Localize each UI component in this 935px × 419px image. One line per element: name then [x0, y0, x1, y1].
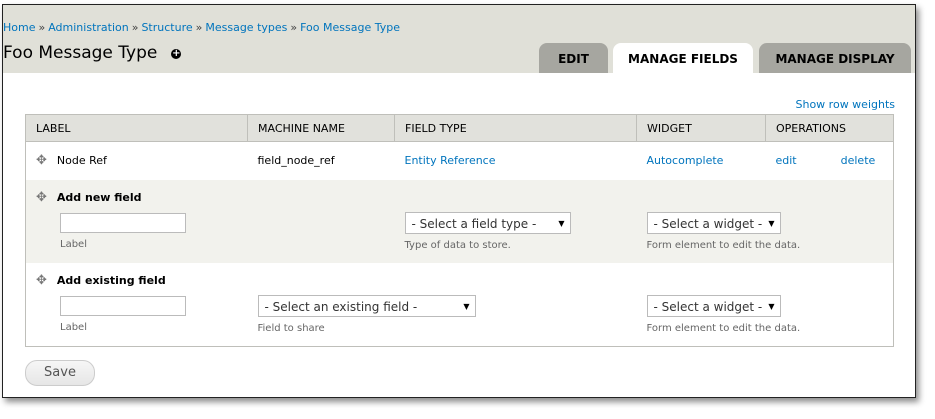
delete-link[interactable]: delete — [841, 154, 876, 167]
field-type-description: Type of data to store. — [404, 239, 511, 251]
breadcrumb-separator: » — [195, 21, 203, 34]
col-field-type: FIELD TYPE — [394, 114, 637, 142]
breadcrumb-home[interactable]: Home — [3, 21, 35, 34]
breadcrumb-foo-message-type[interactable]: Foo Message Type — [300, 21, 400, 34]
dropdown-arrow-icon: ▼ — [768, 301, 775, 311]
drag-handle-icon[interactable]: ✥ — [36, 273, 47, 288]
existing-widget-select[interactable]: - Select a widget - ▼ — [646, 294, 781, 317]
breadcrumb-separator: » — [38, 21, 46, 34]
col-widget: WIDGET — [636, 114, 766, 142]
breadcrumb-separator: » — [131, 21, 139, 34]
table-header: LABEL MACHINE NAME FIELD TYPE WIDGET OPE… — [25, 114, 894, 142]
tab-manage-fields[interactable]: MANAGE FIELDS — [613, 43, 753, 73]
existing-field-select[interactable]: - Select an existing field - ▼ — [257, 294, 476, 317]
label-description: Label — [60, 321, 87, 333]
field-type-select[interactable]: - Select a field type - ▼ — [404, 211, 571, 234]
dropdown-arrow-icon: ▼ — [768, 218, 775, 228]
edit-link[interactable]: edit — [776, 154, 797, 167]
existing-field-label-input[interactable] — [60, 295, 186, 316]
dropdown-arrow-icon: ▼ — [558, 218, 565, 228]
drag-handle-icon[interactable]: ✥ — [36, 190, 47, 205]
breadcrumb-structure[interactable]: Structure — [141, 21, 192, 34]
add-new-field-row: ✥ Add new field Label - Select a field ty… — [25, 179, 894, 263]
breadcrumb-message-types[interactable]: Message types — [205, 21, 287, 34]
col-label: LABEL — [25, 114, 248, 142]
field-type-select-value: - Select a field type - — [411, 216, 537, 231]
drag-handle-icon[interactable]: ✥ — [36, 153, 47, 168]
field-type-link[interactable]: Entity Reference — [405, 154, 496, 167]
widget-select-value: - Select a widget - — [653, 216, 763, 231]
col-operations: OPERATIONS — [765, 114, 894, 142]
add-new-field-title: Add new field — [56, 190, 142, 204]
widget-select-value: - Select a widget - — [653, 299, 763, 314]
field-label: Node Ref — [56, 154, 107, 168]
page-title: Foo Message Type — [3, 43, 158, 63]
tab-manage-display[interactable]: MANAGE DISPLAY — [759, 43, 911, 73]
dropdown-arrow-icon: ▼ — [463, 301, 470, 311]
widget-description: Form element to edit the data. — [646, 239, 801, 251]
add-shortcut-icon[interactable]: + — [171, 49, 182, 59]
save-button[interactable]: Save — [25, 360, 95, 386]
widget-description: Form element to edit the data. — [646, 322, 801, 334]
col-machine-name: MACHINE NAME — [247, 114, 395, 142]
existing-field-select-value: - Select an existing field - — [264, 299, 418, 314]
field-machine-name: field_node_ref — [257, 154, 335, 168]
existing-field-description: Field to share — [257, 322, 325, 334]
breadcrumb-separator: » — [290, 21, 298, 34]
fields-table: LABEL MACHINE NAME FIELD TYPE WIDGET OPE… — [25, 114, 894, 347]
breadcrumb: Home» Administration» Structure» Message ty… — [3, 21, 400, 34]
label-description: Label — [60, 238, 87, 250]
widget-link[interactable]: Autocomplete — [647, 154, 724, 167]
add-existing-field-row: ✥ Add existing field Label - Select an ex… — [26, 263, 894, 347]
tab-edit[interactable]: EDIT — [539, 43, 608, 73]
page-title-wrap: Foo Message Type + — [3, 43, 182, 63]
breadcrumb-administration[interactable]: Administration — [48, 21, 129, 34]
new-widget-select[interactable]: - Select a widget - ▼ — [646, 211, 781, 234]
new-field-label-input[interactable] — [60, 212, 186, 233]
page-header: Home» Administration» Structure» Message ty… — [3, 5, 915, 73]
show-row-weights-link[interactable]: Show row weights — [796, 98, 896, 111]
add-existing-field-title: Add existing field — [56, 273, 166, 287]
page: Home» Administration» Structure» Message ty… — [2, 4, 916, 398]
table-row: ✥ Node Ref field_node_ref Entity Referenc… — [26, 142, 894, 180]
